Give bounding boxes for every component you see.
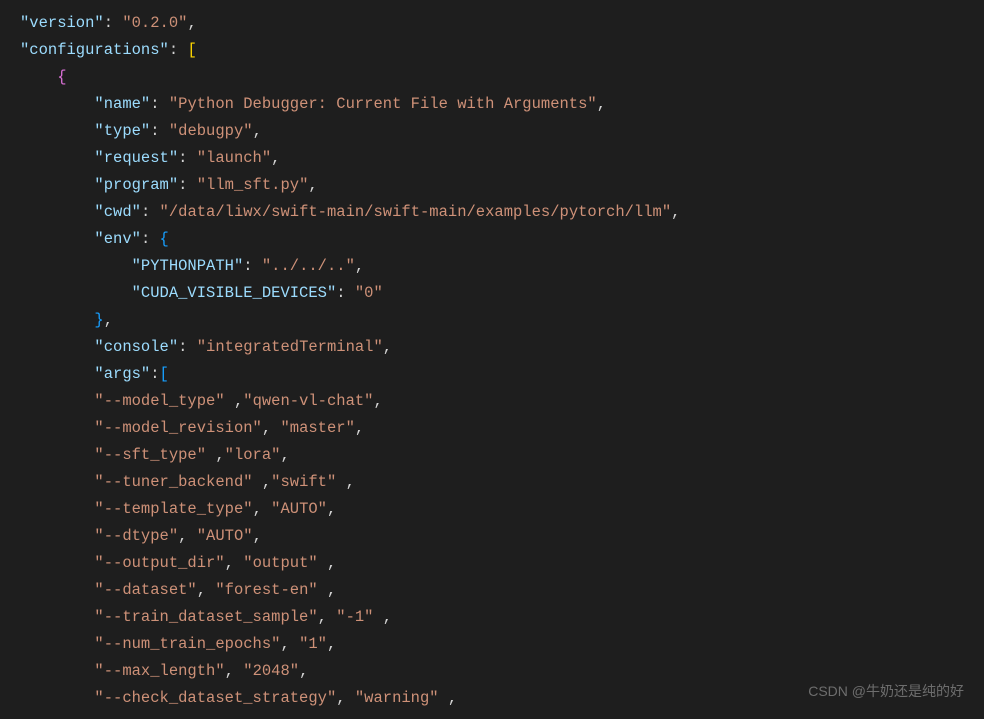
json-string: "--model_revision" — [94, 419, 261, 437]
json-string: "--output_dir" — [94, 554, 224, 572]
json-string: "--tuner_backend" — [94, 473, 252, 491]
json-string: "master" — [280, 419, 354, 437]
json-string: "forest-en" — [215, 581, 317, 599]
json-string: "AUTO" — [271, 500, 327, 518]
code-line: }, — [20, 307, 984, 334]
json-string: "--max_length" — [94, 662, 224, 680]
json-key: "args" — [94, 365, 150, 383]
code-line: "--num_train_epochs", "1", — [20, 631, 984, 658]
json-string: "0" — [355, 284, 383, 302]
code-line: "version": "0.2.0", — [20, 10, 984, 37]
json-string: "--sft_type" — [94, 446, 206, 464]
json-string: "lora" — [225, 446, 281, 464]
json-key: "console" — [94, 338, 178, 356]
json-key: "name" — [94, 95, 150, 113]
json-string: "llm_sft.py" — [197, 176, 309, 194]
watermark-text: CSDN @牛奶还是纯的好 — [808, 678, 964, 705]
code-line: "type": "debugpy", — [20, 118, 984, 145]
code-editor[interactable]: "version": "0.2.0", "configurations": [ … — [0, 0, 984, 712]
json-key: "request" — [94, 149, 178, 167]
json-string: "warning" — [355, 689, 439, 707]
code-line: "--dtype", "AUTO", — [20, 523, 984, 550]
code-line: { — [20, 64, 984, 91]
json-string: "qwen-vl-chat" — [243, 392, 373, 410]
code-line: "request": "launch", — [20, 145, 984, 172]
json-string: "launch" — [197, 149, 271, 167]
json-string: "swift" — [271, 473, 336, 491]
json-string: "../../.." — [262, 257, 355, 275]
code-line: "PYTHONPATH": "../../..", — [20, 253, 984, 280]
json-string: "2048" — [243, 662, 299, 680]
code-line: "--template_type", "AUTO", — [20, 496, 984, 523]
json-key: "env" — [94, 230, 141, 248]
code-line: "--model_revision", "master", — [20, 415, 984, 442]
json-string: "1" — [299, 635, 327, 653]
code-line: "cwd": "/data/liwx/swift-main/swift-main… — [20, 199, 984, 226]
code-line: "console": "integratedTerminal", — [20, 334, 984, 361]
json-string: "--check_dataset_strategy" — [94, 689, 336, 707]
json-key: "cwd" — [94, 203, 141, 221]
code-line: "CUDA_VISIBLE_DEVICES": "0" — [20, 280, 984, 307]
code-line: "--model_type" ,"qwen-vl-chat", — [20, 388, 984, 415]
json-string: "AUTO" — [197, 527, 253, 545]
json-key: "configurations" — [20, 41, 169, 59]
json-key: "version" — [20, 14, 104, 32]
json-string: "/data/liwx/swift-main/swift-main/exampl… — [160, 203, 672, 221]
json-key: "program" — [94, 176, 178, 194]
json-string: "--dtype" — [94, 527, 178, 545]
code-line: "--sft_type" ,"lora", — [20, 442, 984, 469]
json-key: "PYTHONPATH" — [132, 257, 244, 275]
json-string: "Python Debugger: Current File with Argu… — [169, 95, 597, 113]
code-line: "--tuner_backend" ,"swift" , — [20, 469, 984, 496]
json-string: "0.2.0" — [122, 14, 187, 32]
code-line: "--dataset", "forest-en" , — [20, 577, 984, 604]
code-line: "--train_dataset_sample", "-1" , — [20, 604, 984, 631]
json-string: "--train_dataset_sample" — [94, 608, 317, 626]
json-string: "-1" — [336, 608, 373, 626]
code-line: "--output_dir", "output" , — [20, 550, 984, 577]
code-line: "program": "llm_sft.py", — [20, 172, 984, 199]
code-line: "name": "Python Debugger: Current File w… — [20, 91, 984, 118]
code-line: "configurations": [ — [20, 37, 984, 64]
json-string: "debugpy" — [169, 122, 253, 140]
json-key: "CUDA_VISIBLE_DEVICES" — [132, 284, 337, 302]
json-string: "--model_type" — [94, 392, 224, 410]
code-line: "env": { — [20, 226, 984, 253]
json-key: "type" — [94, 122, 150, 140]
code-line: "args":[ — [20, 361, 984, 388]
json-string: "--num_train_epochs" — [94, 635, 280, 653]
json-string: "--dataset" — [94, 581, 196, 599]
json-string: "--template_type" — [94, 500, 252, 518]
json-string: "integratedTerminal" — [197, 338, 383, 356]
json-string: "output" — [243, 554, 317, 572]
